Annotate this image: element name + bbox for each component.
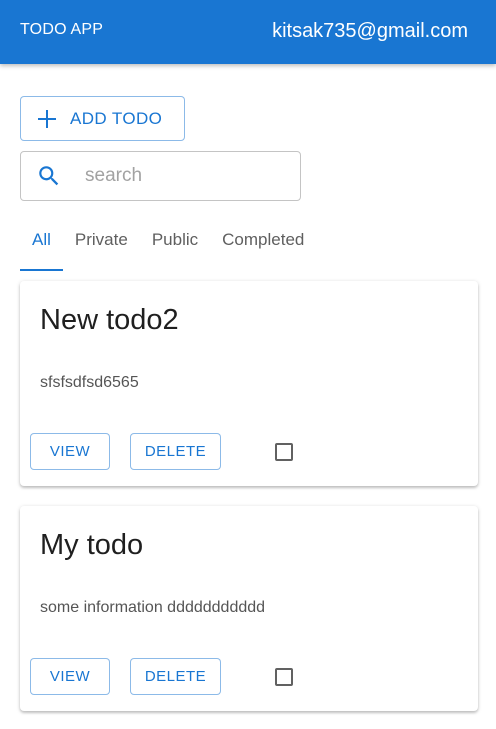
add-todo-button[interactable]: ADD TODO	[20, 96, 185, 141]
tab-private[interactable]: Private	[63, 220, 140, 271]
tab-public[interactable]: Public	[140, 220, 210, 271]
user-email[interactable]: kitsak735@gmail.com	[272, 19, 468, 43]
todo-description: sfsfsdfsd6565	[40, 374, 139, 391]
todo-title: New todo2	[40, 304, 179, 336]
app-bar: TODO APP kitsak735@gmail.com	[0, 0, 496, 64]
delete-button[interactable]: DELETE	[130, 433, 221, 470]
delete-button[interactable]: DELETE	[130, 658, 221, 695]
todo-card: My todo some information ddddddddddd VIE…	[20, 506, 478, 711]
search-icon	[39, 166, 59, 186]
search-input[interactable]	[85, 165, 285, 187]
add-todo-label: ADD TODO	[70, 108, 163, 128]
app-title: TODO APP	[20, 21, 104, 38]
filter-tabs: All Private Public Completed	[20, 220, 316, 271]
complete-checkbox[interactable]	[275, 668, 293, 686]
todo-title: My todo	[40, 529, 144, 561]
plus-icon	[38, 109, 56, 128]
tab-completed[interactable]: Completed	[210, 220, 316, 271]
todo-description: some information ddddddddddd	[40, 599, 266, 616]
tab-all[interactable]: All	[20, 220, 63, 271]
view-button[interactable]: VIEW	[30, 658, 110, 695]
todo-card: New todo2 sfsfsdfsd6565 VIEW DELETE	[20, 281, 478, 486]
search-box[interactable]	[20, 151, 301, 201]
complete-checkbox[interactable]	[275, 443, 293, 461]
view-button[interactable]: VIEW	[30, 433, 110, 470]
